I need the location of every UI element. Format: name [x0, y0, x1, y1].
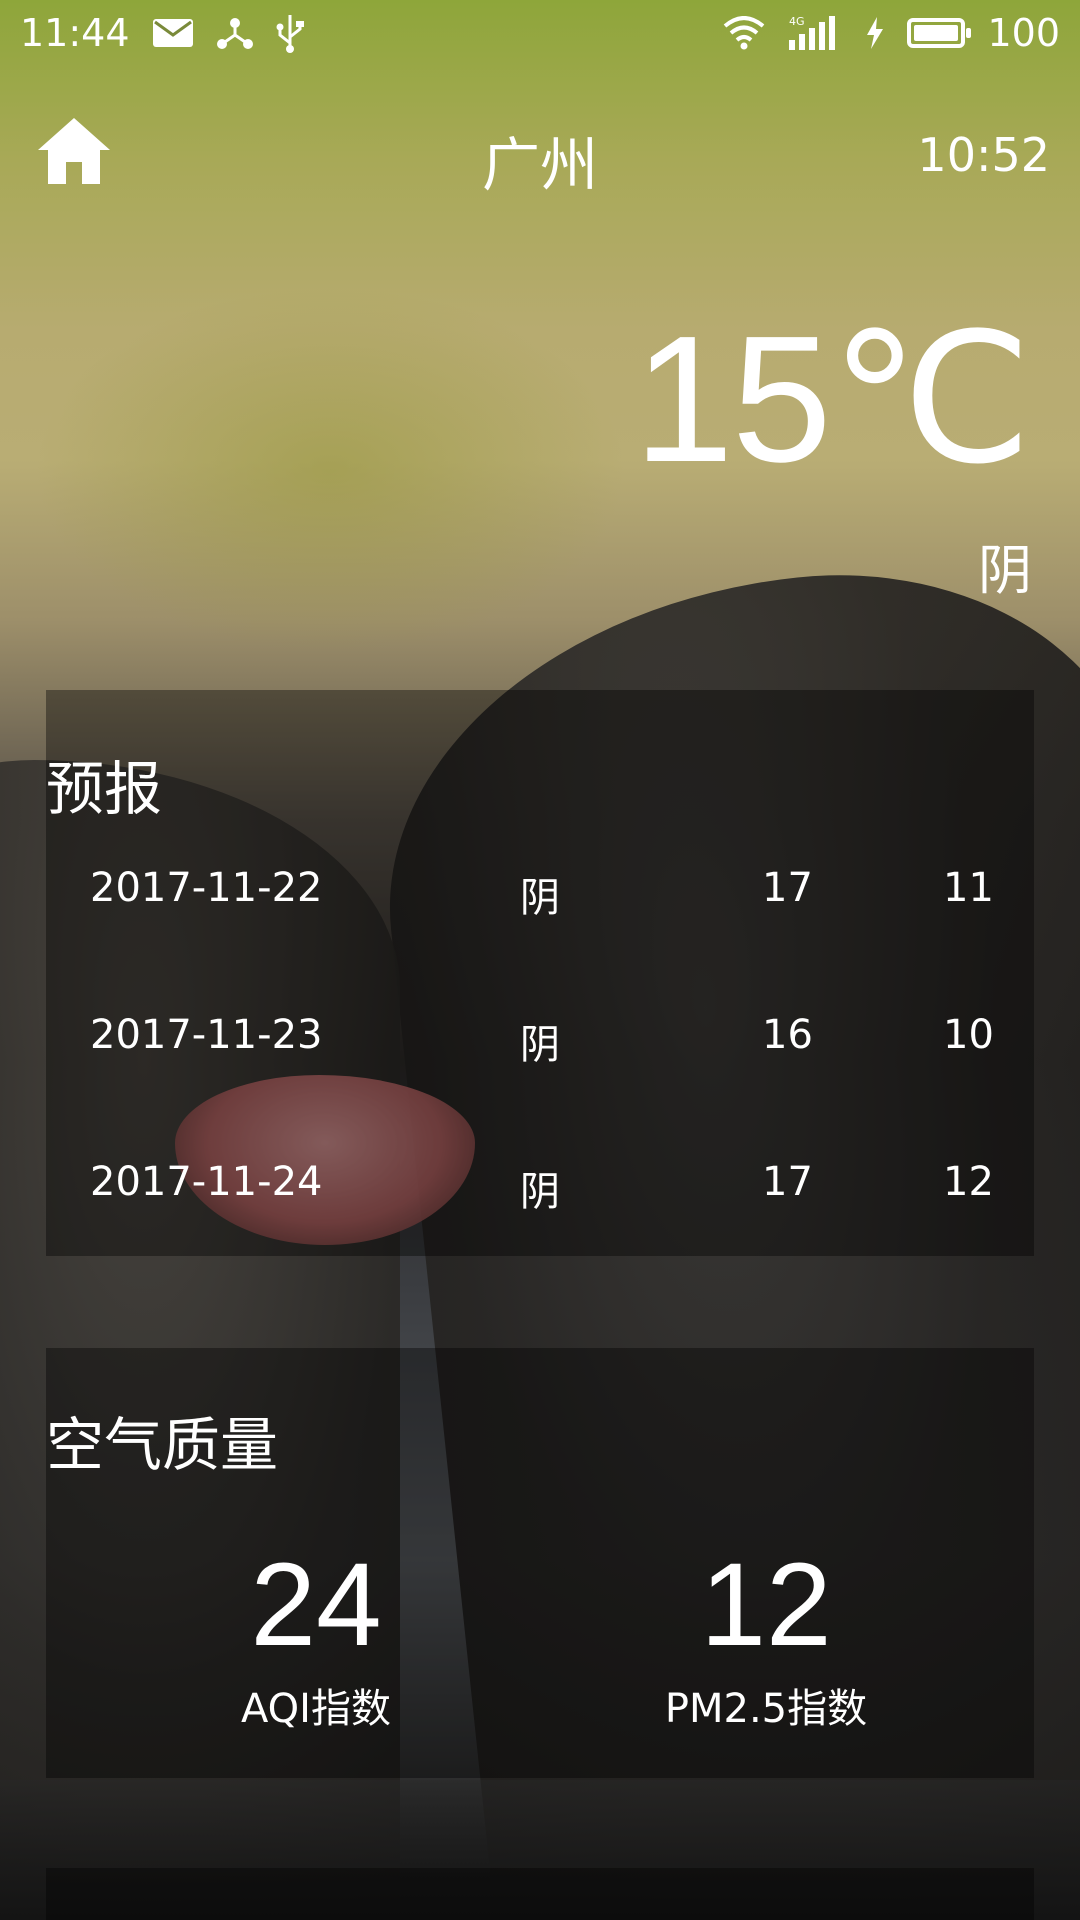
- status-time: 11:44: [20, 11, 130, 55]
- network-type: 4G: [789, 15, 805, 28]
- current-weather-info: 阴: [978, 539, 1032, 602]
- battery-level: 100: [987, 11, 1060, 55]
- next-panel: [46, 1868, 1034, 1920]
- forecast-min: 11: [943, 865, 994, 911]
- forecast-date: 2017-11-24: [90, 1159, 323, 1205]
- status-bar: 11:44 4G 100: [0, 0, 1080, 66]
- aqi-index-block: 24 AQI指数: [136, 1540, 496, 1734]
- pm25-label: PM2.5指数: [664, 1686, 868, 1732]
- mail-icon: [152, 18, 194, 48]
- aqi-label: AQI指数: [241, 1686, 391, 1732]
- status-left: 11:44: [20, 11, 304, 55]
- forecast-info: 阴: [520, 875, 560, 921]
- forecast-max: 17: [762, 865, 813, 911]
- forecast-item: 2017-11-23 阴 16 10: [46, 1012, 1034, 1092]
- forecast-item: 2017-11-22 阴 17 11: [46, 865, 1034, 945]
- aqi-title: 空气质量: [46, 1411, 279, 1479]
- charging-icon: [865, 17, 885, 49]
- status-right: 4G 100: [723, 11, 1060, 55]
- pm25-index-block: 12 PM2.5指数: [586, 1540, 946, 1734]
- share-icon: [216, 15, 254, 51]
- forecast-max: 16: [762, 1012, 813, 1058]
- signal-icon: 4G: [787, 14, 843, 52]
- forecast-date: 2017-11-23: [90, 1012, 323, 1058]
- usb-icon: [276, 13, 304, 53]
- weather-screen: 11:44 4G 100 广州 10:52 15℃ 阴 预报 2017-11-2…: [0, 0, 1080, 1920]
- wifi-icon: [723, 16, 765, 50]
- forecast-info: 阴: [520, 1169, 560, 1215]
- forecast-title: 预报: [46, 755, 163, 823]
- forecast-date: 2017-11-22: [90, 865, 323, 911]
- title-bar: 广州 10:52: [0, 100, 1080, 210]
- forecast-info: 阴: [520, 1022, 560, 1068]
- update-time: 10:52: [917, 128, 1050, 182]
- forecast-min: 12: [943, 1159, 994, 1205]
- current-temperature: 15℃: [633, 299, 1032, 500]
- forecast-item: 2017-11-24 阴 17 12: [46, 1159, 1034, 1239]
- pm25-value: 12: [700, 1539, 832, 1671]
- forecast-min: 10: [943, 1012, 994, 1058]
- battery-icon: [907, 18, 972, 48]
- forecast-max: 17: [762, 1159, 813, 1205]
- aqi-value: 24: [250, 1539, 382, 1671]
